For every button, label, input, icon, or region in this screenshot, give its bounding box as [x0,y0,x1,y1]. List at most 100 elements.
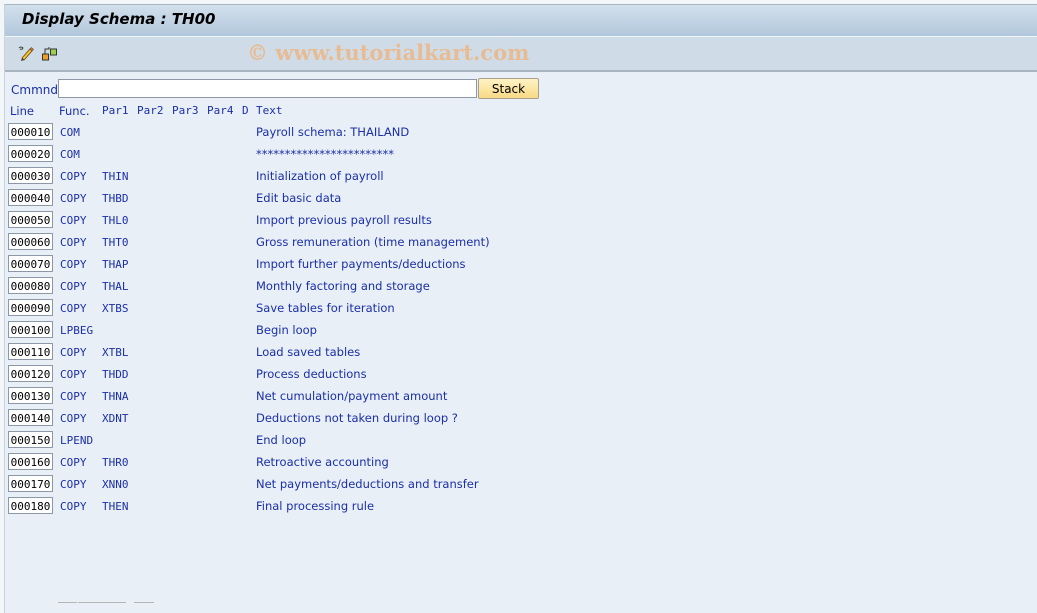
column-par4: Par4 [207,104,234,117]
table-row: 000050 COPY THL0 Import previous payroll re… [5,211,605,232]
table-row: 000060 COPY THT0 Gross remuneration (time m… [5,233,605,254]
par1-cell: THNA [102,390,129,403]
table-row: 000170 COPY XNN0 Net payments/deductions an… [5,475,605,496]
function-cell: COPY [60,236,87,249]
function-cell: COPY [60,280,87,293]
column-par3: Par3 [172,104,199,117]
function-cell: COPY [60,192,87,205]
function-cell: COPY [60,456,87,469]
table-row: 000080 COPY THAL Monthly factoring and stor… [5,277,605,298]
table-row: 000030 COPY THIN Initialization of payroll [5,167,605,188]
line-number-button[interactable]: 000130 [8,387,53,404]
table-row: 000180 COPY THEN Final processing rule [5,497,605,518]
text-cell: Monthly factoring and storage [256,279,430,293]
footer-line [134,602,154,603]
text-cell: Save tables for iteration [256,301,395,315]
function-cell: COPY [60,390,87,403]
function-cell: COPY [60,170,87,183]
footer-line [58,602,77,603]
par1-cell: XTBL [102,346,129,359]
function-cell: COPY [60,346,87,359]
text-cell: ************************ [256,147,394,161]
line-number-button[interactable]: 000040 [8,189,53,206]
text-cell: End loop [256,433,307,447]
par1-cell: THEN [102,500,129,513]
par1-cell: THDD [102,368,129,381]
line-number-button[interactable]: 000080 [8,277,53,294]
line-number-button[interactable]: 000010 [8,123,53,140]
line-number-button[interactable]: 000160 [8,453,53,470]
table-row: 000020 COM ************************ [5,145,605,166]
screen-frame: Display Schema : TH00 © www.tutorialkart… [4,4,1037,613]
table-row: 000040 COPY THBD Edit basic data [5,189,605,210]
function-cell: COM [60,126,80,139]
function-cell: COPY [60,412,87,425]
par1-cell: THT0 [102,236,129,249]
text-cell: Net payments/deductions and transfer [256,477,479,491]
text-cell: Payroll schema: THAILAND [256,125,410,139]
change-display-icon[interactable] [17,45,35,61]
table-row: 000160 COPY THR0 Retroactive accounting [5,453,605,474]
par1-cell: XDNT [102,412,129,425]
table-row: 000150 LPEND End loop [5,431,605,452]
line-number-button[interactable]: 000110 [8,343,53,360]
function-cell: COPY [60,368,87,381]
par1-cell: THIN [102,170,129,183]
function-cell: COPY [60,214,87,227]
line-number-button[interactable]: 000170 [8,475,53,492]
column-line: Line [10,104,34,118]
title-bar: Display Schema : TH00 [5,5,1037,37]
text-cell: Retroactive accounting [256,455,389,469]
line-number-button[interactable]: 000020 [8,145,53,162]
line-number-button[interactable]: 000030 [8,167,53,184]
table-row: 000100 LPBEG Begin loop [5,321,605,342]
table-row: 000130 COPY THNA Net cumulation/payment amo… [5,387,605,408]
command-input[interactable] [58,79,477,98]
command-label: Cmmnd [11,83,58,97]
column-par1: Par1 [102,104,129,117]
line-number-button[interactable]: 000060 [8,233,53,250]
line-number-button[interactable]: 000100 [8,321,53,338]
column-text: Text [256,104,283,117]
par1-cell: THR0 [102,456,129,469]
line-number-button[interactable]: 000120 [8,365,53,382]
table-row: 000110 COPY XTBL Load saved tables [5,343,605,364]
text-cell: Net cumulation/payment amount [256,389,448,403]
column-func: Func. [59,104,90,118]
line-number-button[interactable]: 000140 [8,409,53,426]
function-cell: COPY [60,478,87,491]
stack-button[interactable]: Stack [478,78,539,99]
par1-cell: THAL [102,280,129,293]
text-cell: Edit basic data [256,191,342,205]
text-cell: Process deductions [256,367,367,381]
par1-cell: XTBS [102,302,129,315]
line-number-button[interactable]: 000180 [8,497,53,514]
footer-line [78,602,126,603]
column-par2: Par2 [137,104,164,117]
function-cell: COM [60,148,80,161]
par1-cell: THAP [102,258,129,271]
function-cell: COPY [60,500,87,513]
application-toolbar: © www.tutorialkart.com [5,37,1037,72]
text-cell: Final processing rule [256,499,375,513]
page-title: Display Schema : TH00 [22,10,216,28]
par1-cell: THBD [102,192,129,205]
function-cell: COPY [60,302,87,315]
table-row: 000070 COPY THAP Import further payments/de… [5,255,605,276]
line-number-button[interactable]: 000050 [8,211,53,228]
par1-cell: THL0 [102,214,129,227]
column-d: D [242,104,249,117]
table-row: 000140 COPY XDNT Deductions not taken durin… [5,409,605,430]
text-cell: Begin loop [256,323,317,337]
line-number-button[interactable]: 000070 [8,255,53,272]
line-number-button[interactable]: 000150 [8,431,53,448]
text-cell: Load saved tables [256,345,361,359]
text-cell: Initialization of payroll [256,169,384,183]
hierarchy-icon[interactable] [41,45,59,61]
text-cell: Import further payments/deductions [256,257,466,271]
table-row: 000090 COPY XTBS Save tables for iteration [5,299,605,320]
table-row: 000010 COM Payroll schema: THAILAND [5,123,605,144]
line-number-button[interactable]: 000090 [8,299,53,316]
function-cell: COPY [60,258,87,271]
function-cell: LPBEG [60,324,94,337]
